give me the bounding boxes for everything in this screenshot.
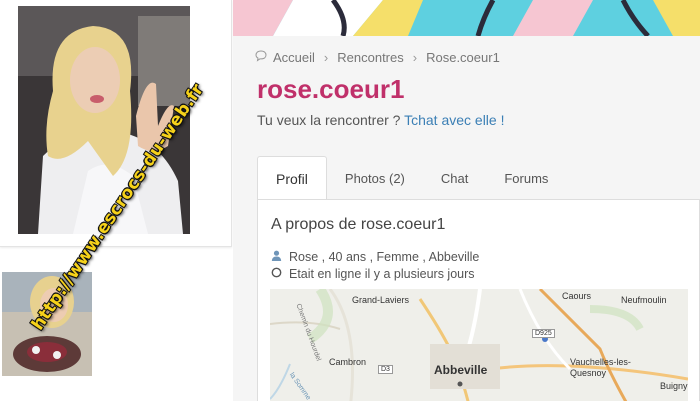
photo-column: http://www.escrocs-du-web.fr xyxy=(0,0,240,401)
online-status: Etait en ligne il y a plusieurs jours xyxy=(289,266,475,281)
tab-profil[interactable]: Profil xyxy=(257,156,327,200)
tab-forums[interactable]: Forums xyxy=(486,156,566,200)
map-label-abbeville: Abbeville xyxy=(434,363,488,377)
breadcrumb-rencontres[interactable]: Rencontres xyxy=(337,50,403,65)
breadcrumb-current: Rose.coeur1 xyxy=(426,50,500,65)
map-label-d3: D3 xyxy=(378,365,393,374)
profile-tabs: Profil Photos (2) Chat Forums xyxy=(257,156,566,200)
map-label-cambron: Cambron xyxy=(329,357,367,367)
map-label-neufmoulin: Neufmoulin xyxy=(621,295,667,305)
breadcrumb-home[interactable]: Accueil xyxy=(273,50,315,65)
breadcrumb-chevron-icon: › xyxy=(323,50,329,65)
about-info: Rose , 40 ans , Femme , Abbeville Etait … xyxy=(271,248,479,282)
tab-photos[interactable]: Photos (2) xyxy=(327,156,423,200)
contact-prompt: Tu veux la rencontrer ? Tchat avec elle … xyxy=(257,112,504,128)
chat-link[interactable]: Tchat avec elle ! xyxy=(404,112,504,128)
contact-prompt-text: Tu veux la rencontrer ? xyxy=(257,112,401,128)
map-background xyxy=(270,289,688,401)
main-content: Accueil › Rencontres › Rose.coeur1 rose.… xyxy=(233,0,700,401)
banner-decoration xyxy=(233,0,700,36)
breadcrumb: Accueil › Rencontres › Rose.coeur1 xyxy=(255,50,500,65)
user-icon xyxy=(271,250,282,264)
profile-details: Rose , 40 ans , Femme , Abbeville xyxy=(289,249,480,264)
map-label-grand-laviers: Grand-Laviers xyxy=(352,295,410,305)
offline-status-icon xyxy=(271,267,282,281)
about-heading: A propos de rose.coeur1 xyxy=(271,216,446,233)
header-banner xyxy=(233,0,700,36)
map-label-buigny: Buigny xyxy=(660,381,688,391)
page-title: rose.coeur1 xyxy=(257,74,405,104)
map-label-d925: D925 xyxy=(532,329,555,338)
chat-bubble-icon xyxy=(255,50,267,65)
map-label-vauchelles: Vauchelles-les-Quesnoy xyxy=(570,357,631,378)
about-panel: A propos de rose.coeur1 Rose , 40 ans , … xyxy=(257,199,700,401)
map-label-caours: Caours xyxy=(562,291,592,301)
location-map[interactable]: Grand-Laviers Caours Neufmoulin Cambron … xyxy=(270,289,688,401)
breadcrumb-chevron-icon: › xyxy=(412,50,418,65)
tab-chat[interactable]: Chat xyxy=(423,156,486,200)
